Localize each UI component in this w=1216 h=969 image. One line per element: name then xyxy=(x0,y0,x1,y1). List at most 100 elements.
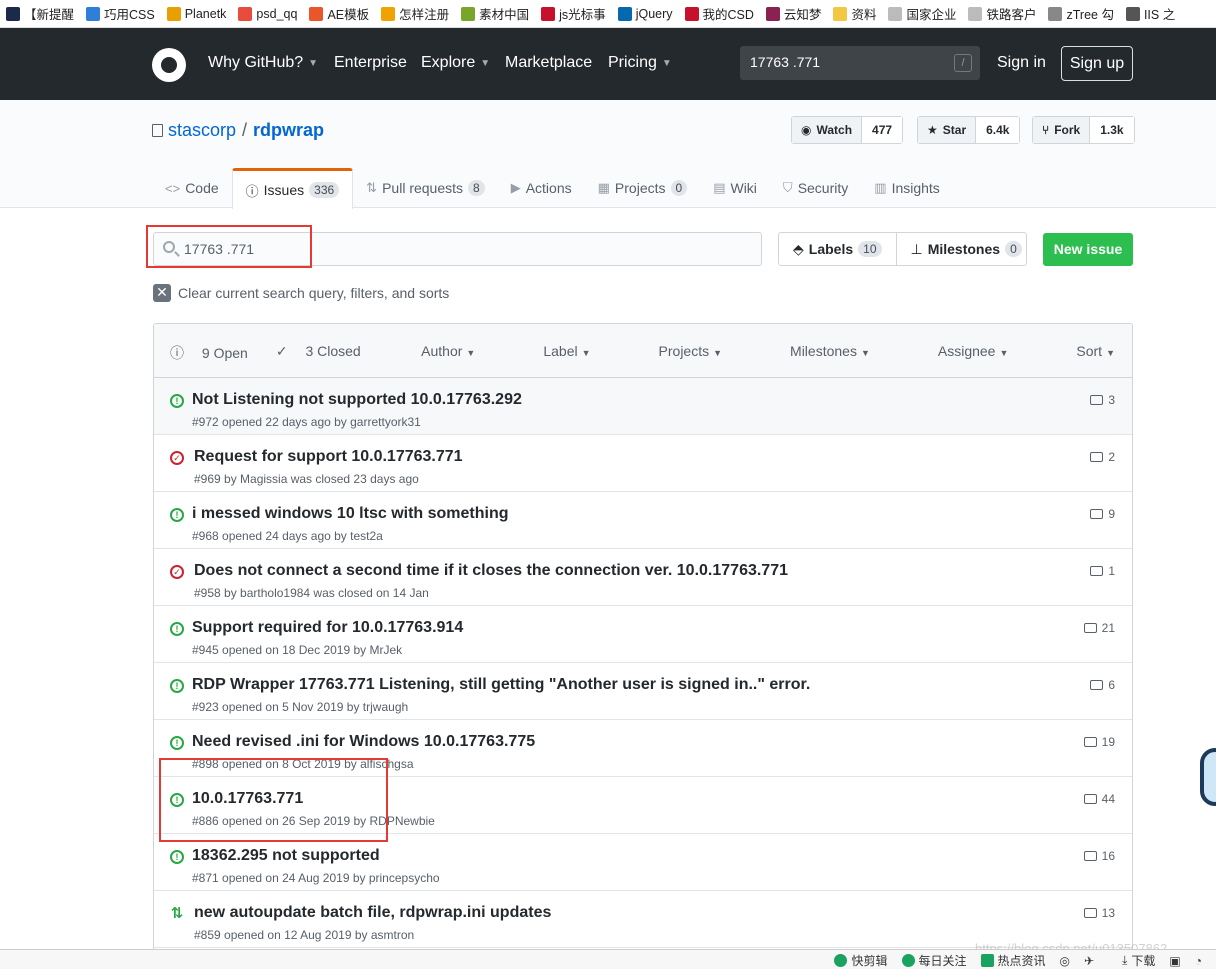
bookmark-item[interactable]: 云知梦 xyxy=(765,4,821,23)
repo-owner-link[interactable]: stascorp xyxy=(168,120,236,141)
tab-issues[interactable]: ⓘ Issues 336 xyxy=(231,168,354,209)
labels-button[interactable]: ⬘ Labels 10 xyxy=(779,233,897,265)
issue-title-link[interactable]: new autoupdate batch file, rdpwrap.ini u… xyxy=(194,904,551,922)
sign-in-link[interactable]: Sign in xyxy=(997,54,1046,72)
issue-title-link[interactable]: Support required for 10.0.17763.914 xyxy=(192,619,463,637)
bookmark-label: 铁路客户 xyxy=(986,8,1037,22)
comments-link[interactable]: 2 xyxy=(1090,450,1115,464)
bookmark-item[interactable]: 资料 xyxy=(833,4,876,23)
nav-marketplace[interactable]: Marketplace xyxy=(505,54,592,72)
tab-wiki[interactable]: ▤ Wiki xyxy=(700,168,770,208)
bookmark-item[interactable]: 怎样注册 xyxy=(381,4,449,23)
issue-title-link[interactable]: Not Listening not supported 10.0.17763.2… xyxy=(192,391,522,409)
comments-link[interactable]: 44 xyxy=(1083,792,1115,806)
bookmark-item[interactable]: 【新提醒 xyxy=(6,4,74,23)
issue-title-link[interactable]: i messed windows 10 ltsc with something xyxy=(192,505,509,523)
comments-link[interactable]: 19 xyxy=(1083,735,1115,749)
issue-row[interactable]: ! i messed windows 10 ltsc with something… xyxy=(154,492,1132,549)
bookmark-item[interactable]: zTree 勾 xyxy=(1048,4,1114,23)
fork-count[interactable]: 1.3k xyxy=(1090,117,1134,143)
github-logo-icon[interactable] xyxy=(152,48,186,82)
tab-insights[interactable]: ▥ Insights xyxy=(861,168,953,208)
nav-why-github[interactable]: Why GitHub? ▼ xyxy=(208,54,318,72)
comments-link[interactable]: 13 xyxy=(1083,906,1115,920)
bookmark-item[interactable]: 巧用CSS xyxy=(86,4,155,23)
tab-pull-requests[interactable]: ⇅ Pull requests 8 xyxy=(353,168,498,208)
status-item[interactable]: ▣ xyxy=(1169,954,1180,968)
bookmark-item[interactable]: 铁路客户 xyxy=(968,4,1036,23)
bookmark-item[interactable]: 国家企业 xyxy=(888,4,956,23)
issue-row[interactable]: ! 18362.295 not supported #871 opened on 2… xyxy=(154,834,1132,891)
comment-count: 1 xyxy=(1108,564,1115,578)
status-item[interactable]: ✈ xyxy=(1084,954,1094,968)
bookmark-item[interactable]: 我的CSD xyxy=(684,4,754,23)
new-issue-button[interactable]: New issue xyxy=(1043,233,1133,266)
repo-icon xyxy=(152,124,163,137)
issue-row[interactable]: ✓ Does not connect a second time if it cl… xyxy=(154,549,1132,606)
nav-pricing[interactable]: Pricing ▼ xyxy=(608,54,672,72)
author-filter[interactable]: Author ▼ xyxy=(387,343,475,359)
sign-up-button[interactable]: Sign up xyxy=(1061,46,1133,81)
issue-row[interactable]: ! Support required for 10.0.17763.914 #945… xyxy=(154,606,1132,663)
label-filter[interactable]: Label ▼ xyxy=(509,343,590,359)
milestones-filter[interactable]: Milestones ▼ xyxy=(756,343,870,359)
milestones-button[interactable]: ⊥ Milestones 0 xyxy=(897,233,1036,265)
watch-count[interactable]: 477 xyxy=(862,117,903,143)
comments-link[interactable]: 3 xyxy=(1090,393,1115,407)
status-item[interactable]: ◎ xyxy=(1060,954,1070,968)
open-issues-link[interactable]: ⓘ 9 Open xyxy=(170,343,262,363)
bookmark-item[interactable]: IIS 之 xyxy=(1125,4,1175,23)
bookmark-item[interactable]: Planetk xyxy=(166,6,226,21)
star-button[interactable]: ★ Star 6.4k xyxy=(917,116,1021,144)
comments-link[interactable]: 6 xyxy=(1090,678,1115,692)
bookmark-item[interactable]: jQuery xyxy=(617,6,673,21)
milestones-count: 0 xyxy=(1005,241,1022,257)
fork-button[interactable]: ⑂ Fork 1.3k xyxy=(1032,116,1135,144)
issue-row[interactable]: ! Not Listening not supported 10.0.17763.… xyxy=(154,378,1132,435)
tab-projects[interactable]: ▦ Projects 0 xyxy=(585,168,701,208)
bookmark-label: 素材中国 xyxy=(479,8,530,22)
assignee-filter[interactable]: Assignee ▼ xyxy=(904,343,1009,359)
comments-link[interactable]: 16 xyxy=(1083,849,1115,863)
tab-code[interactable]: <> Code xyxy=(152,168,232,208)
comments-link[interactable]: 9 xyxy=(1090,507,1115,521)
watch-button[interactable]: ◉ Watch 477 xyxy=(791,116,904,144)
bookmark-favicon-icon xyxy=(6,6,20,21)
comment-icon xyxy=(1090,566,1104,576)
bookmark-item[interactable]: 素材中国 xyxy=(461,4,529,23)
floating-widget[interactable] xyxy=(1200,748,1216,806)
play-icon: ▶ xyxy=(510,180,521,195)
bookmark-item[interactable]: AE模板 xyxy=(309,4,369,23)
tab-security[interactable]: ⛉ Security xyxy=(770,168,861,208)
bookmark-item[interactable]: psd_qq xyxy=(238,6,297,21)
status-item[interactable]: 热点资讯 xyxy=(980,952,1046,969)
status-item[interactable]: 快剪辑 xyxy=(834,952,888,969)
projects-filter[interactable]: Projects ▼ xyxy=(625,343,723,359)
star-count[interactable]: 6.4k xyxy=(976,117,1020,143)
bookmark-item[interactable]: js光标事 xyxy=(541,4,606,23)
repo-tabs: <> Code ⓘ Issues 336 ⇅ Pull requests 8 ▶ Actio… xyxy=(152,168,953,209)
header-search-input[interactable]: 17763 .771 / xyxy=(740,46,980,80)
comments-link[interactable]: 1 xyxy=(1090,564,1115,578)
issue-title-link[interactable]: Does not connect a second time if it clo… xyxy=(194,562,788,580)
issue-title-link[interactable]: 18362.295 not supported xyxy=(192,847,380,865)
repo-name-link[interactable]: rdpwrap xyxy=(253,120,324,141)
sort-filter[interactable]: Sort ▼ xyxy=(1042,343,1115,359)
status-item[interactable]: ⤓ 下载 xyxy=(1108,952,1155,969)
status-item[interactable]: ◔ xyxy=(1195,954,1202,968)
issue-title-link[interactable]: RDP Wrapper 17763.771 Listening, still g… xyxy=(192,676,810,694)
issue-title-link[interactable]: Request for support 10.0.17763.771 xyxy=(194,448,463,466)
status-item[interactable]: 每日关注 xyxy=(901,952,967,969)
issue-row[interactable]: ! RDP Wrapper 17763.771 Listening, still … xyxy=(154,663,1132,720)
issue-closed-icon: ✓ xyxy=(170,451,184,465)
issue-row[interactable]: ✓ Request for support 10.0.17763.771 #969 … xyxy=(154,435,1132,492)
comments-link[interactable]: 21 xyxy=(1083,621,1115,635)
clear-filters-link[interactable]: ✕ Clear current search query, filters, a… xyxy=(153,284,449,302)
issue-row[interactable]: ⇅ new autoupdate batch file, rdpwrap.ini … xyxy=(154,891,1132,948)
nav-explore[interactable]: Explore ▼ xyxy=(421,54,490,72)
issue-opened-icon: ! xyxy=(170,394,184,408)
tab-actions[interactable]: ▶ Actions xyxy=(498,168,585,208)
nav-enterprise[interactable]: Enterprise xyxy=(334,54,407,72)
issue-title-link[interactable]: Need revised .ini for Windows 10.0.17763… xyxy=(192,733,535,751)
tag-icon: ⬘ xyxy=(793,240,804,257)
